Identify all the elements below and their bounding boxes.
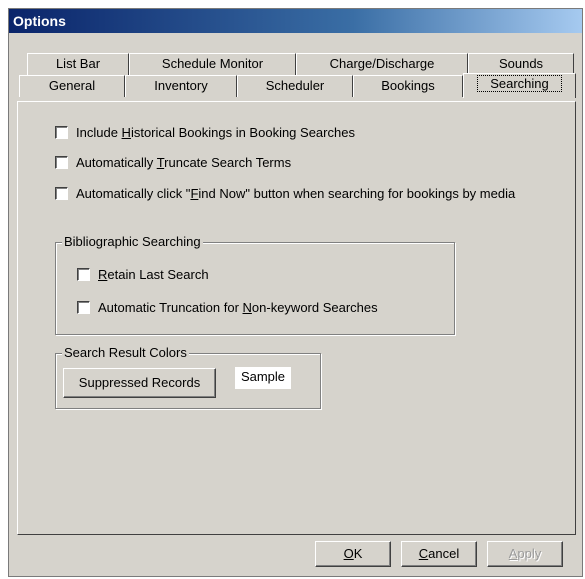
tab-searching[interactable]: Searching (463, 73, 576, 98)
suppressed-records-button[interactable]: Suppressed Records (63, 368, 216, 398)
tab-list-bar[interactable]: List Bar (27, 53, 129, 75)
auto-find-now-checkbox[interactable] (55, 187, 68, 200)
window-title: Options (9, 9, 582, 33)
cancel-button[interactable]: Cancel (401, 541, 477, 567)
apply-button[interactable]: Apply (487, 541, 563, 567)
auto-truncate-option[interactable]: Automatically Truncate Search Terms (55, 155, 291, 170)
tab-sounds[interactable]: Sounds (468, 53, 574, 75)
retain-last-search-label: Retain Last Search (98, 267, 209, 282)
auto-truncation-label: Automatic Truncation for Non-keyword Sea… (98, 300, 378, 315)
bibliographic-searching-group: Bibliographic Searching (55, 234, 455, 335)
tab-charge-discharge[interactable]: Charge/Discharge (296, 53, 468, 75)
auto-truncate-label: Automatically Truncate Search Terms (76, 155, 292, 170)
auto-truncate-checkbox[interactable] (55, 156, 68, 169)
auto-find-now-option[interactable]: Automatically click "Find Now" button wh… (55, 186, 515, 201)
tab-bookings[interactable]: Bookings (353, 75, 463, 97)
sample-color-box: Sample (235, 367, 291, 389)
auto-truncation-option[interactable]: Automatic Truncation for Non-keyword Sea… (77, 300, 378, 315)
tab-inventory[interactable]: Inventory (125, 75, 237, 97)
tab-schedule-monitor[interactable]: Schedule Monitor (129, 53, 296, 75)
ok-button[interactable]: OK (315, 541, 391, 567)
tab-scheduler[interactable]: Scheduler (237, 75, 353, 97)
search-result-colors-legend: Search Result Colors (62, 345, 189, 360)
include-historical-label: Include Historical Bookings in Booking S… (76, 125, 355, 140)
tab-general[interactable]: General (19, 75, 125, 97)
bibliographic-searching-legend: Bibliographic Searching (62, 234, 203, 249)
include-historical-checkbox[interactable] (55, 126, 68, 139)
retain-last-search-option[interactable]: Retain Last Search (77, 267, 209, 282)
retain-last-search-checkbox[interactable] (77, 268, 90, 281)
options-dialog: Options List Bar Schedule Monitor Charge… (8, 8, 583, 577)
auto-truncation-checkbox[interactable] (77, 301, 90, 314)
include-historical-option[interactable]: Include Historical Bookings in Booking S… (55, 125, 355, 140)
auto-find-now-label: Automatically click "Find Now" button wh… (76, 186, 516, 201)
